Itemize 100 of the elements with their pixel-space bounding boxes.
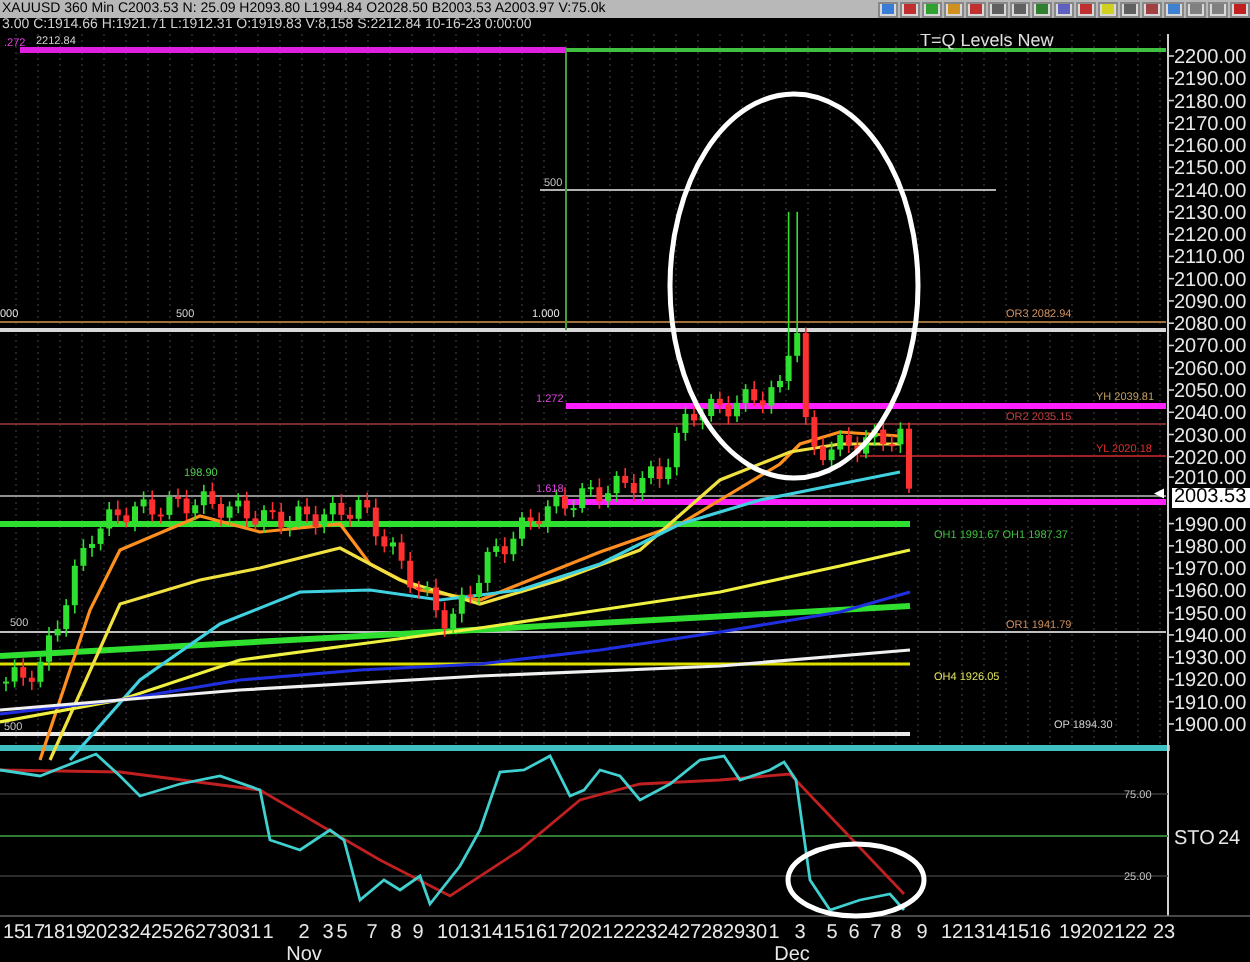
square-icon	[904, 4, 916, 14]
price-label: 2100.00	[1174, 269, 1247, 292]
price-label: 2190.00	[1174, 69, 1247, 92]
price-label: 1960.00	[1174, 581, 1247, 604]
date-label: 17	[22, 922, 46, 944]
date-label: 28	[700, 922, 724, 944]
date-label: 24	[656, 922, 680, 944]
date-label: 31	[238, 922, 262, 944]
indicator-value: 24	[1218, 828, 1241, 850]
current-price: 2003.53	[1172, 487, 1250, 508]
date-label: 13	[458, 922, 482, 944]
price-label: 2090.00	[1174, 291, 1247, 314]
price-label: 1920.00	[1174, 670, 1247, 693]
price-label: 2070.00	[1174, 336, 1247, 359]
price-label: 1910.00	[1174, 692, 1247, 715]
price-label: 2200.00	[1174, 47, 1247, 69]
date-label: 23	[106, 922, 130, 944]
date-label: 15	[2, 922, 26, 944]
date-label: 20	[568, 922, 592, 944]
date-label: 3	[794, 922, 806, 944]
date-label: 21	[1102, 922, 1126, 944]
square-icon	[948, 4, 960, 14]
date-label: 7	[870, 922, 882, 944]
date-label: 19	[64, 922, 88, 944]
date-label: 27	[678, 922, 702, 944]
date-label: 15	[1006, 922, 1030, 944]
date-label: 8	[390, 922, 402, 944]
date-label: 5	[336, 922, 348, 944]
date-label: 21	[590, 922, 614, 944]
price-label: 2060.00	[1174, 358, 1247, 381]
date-label: 8	[890, 922, 902, 944]
price-label: 2040.00	[1174, 403, 1247, 426]
month-label: Nov	[286, 944, 322, 962]
date-label: 6	[848, 922, 860, 944]
square-icon	[1168, 4, 1180, 14]
square-icon	[1058, 4, 1070, 14]
square-icon	[926, 4, 938, 14]
price-label: 1940.00	[1174, 625, 1247, 648]
date-label: 16	[524, 922, 548, 944]
price-label: 2140.00	[1174, 180, 1247, 203]
square-icon	[1014, 4, 1026, 14]
square-icon	[1080, 4, 1092, 14]
date-label: 17	[546, 922, 570, 944]
date-label: 26	[172, 922, 196, 944]
date-label: 30	[744, 922, 768, 944]
date-label: 15	[502, 922, 526, 944]
date-label: 19	[1058, 922, 1082, 944]
price-label: 2010.00	[1174, 468, 1247, 491]
price-label: 2160.00	[1174, 136, 1247, 159]
price-label: 2120.00	[1174, 225, 1247, 248]
date-label: 22	[1124, 922, 1148, 944]
date-label: 30	[216, 922, 240, 944]
square-icon	[1036, 4, 1048, 14]
date-label: 23	[634, 922, 658, 944]
price-label: 2110.00	[1174, 247, 1245, 270]
indicator-name: STO	[1174, 828, 1215, 850]
price-label: 1950.00	[1174, 603, 1247, 626]
date-label: 14	[984, 922, 1008, 944]
price-label: 1990.00	[1174, 514, 1247, 537]
square-icon	[1124, 4, 1136, 14]
square-icon	[882, 4, 894, 14]
date-label: 10	[436, 922, 460, 944]
price-label: 1980.00	[1174, 536, 1247, 559]
date-label: 5	[826, 922, 838, 944]
square-icon	[1102, 4, 1114, 14]
price-label: 2170.00	[1174, 113, 1247, 136]
price-label: 2180.00	[1174, 91, 1247, 114]
date-label: 3	[322, 922, 334, 944]
date-label: 9	[412, 922, 424, 944]
date-label: 16	[1028, 922, 1052, 944]
price-label: 2130.00	[1174, 202, 1247, 225]
highlight-ellipse	[785, 841, 927, 919]
date-label: 24	[128, 922, 152, 944]
date-label: 20	[84, 922, 108, 944]
date-label: 22	[612, 922, 636, 944]
pointer-icon	[1154, 488, 1164, 499]
price-label: 1970.00	[1174, 559, 1247, 582]
price-label: 2030.00	[1174, 425, 1247, 448]
price-label: 2080.00	[1174, 314, 1247, 337]
date-label: 23	[1152, 922, 1176, 944]
date-label: 13	[962, 922, 986, 944]
date-label: 14	[480, 922, 504, 944]
date-label: 29	[722, 922, 746, 944]
square-icon	[1146, 4, 1158, 14]
date-label: 1	[262, 922, 274, 944]
square-icon	[1190, 4, 1202, 14]
price-label: 2020.00	[1174, 447, 1247, 470]
price-label: 1900.00	[1174, 715, 1247, 737]
square-icon	[970, 4, 982, 14]
date-label: 25	[150, 922, 174, 944]
month-label: Dec	[774, 944, 810, 962]
date-label: 9	[916, 922, 928, 944]
date-label: 20	[1080, 922, 1104, 944]
price-label: 2050.00	[1174, 381, 1247, 403]
square-icon	[1234, 4, 1246, 14]
date-label: 2	[298, 922, 310, 944]
date-label: 12	[940, 922, 964, 944]
square-icon	[1212, 4, 1224, 14]
date-label: 27	[194, 922, 218, 944]
price-label: 2150.00	[1174, 158, 1247, 181]
